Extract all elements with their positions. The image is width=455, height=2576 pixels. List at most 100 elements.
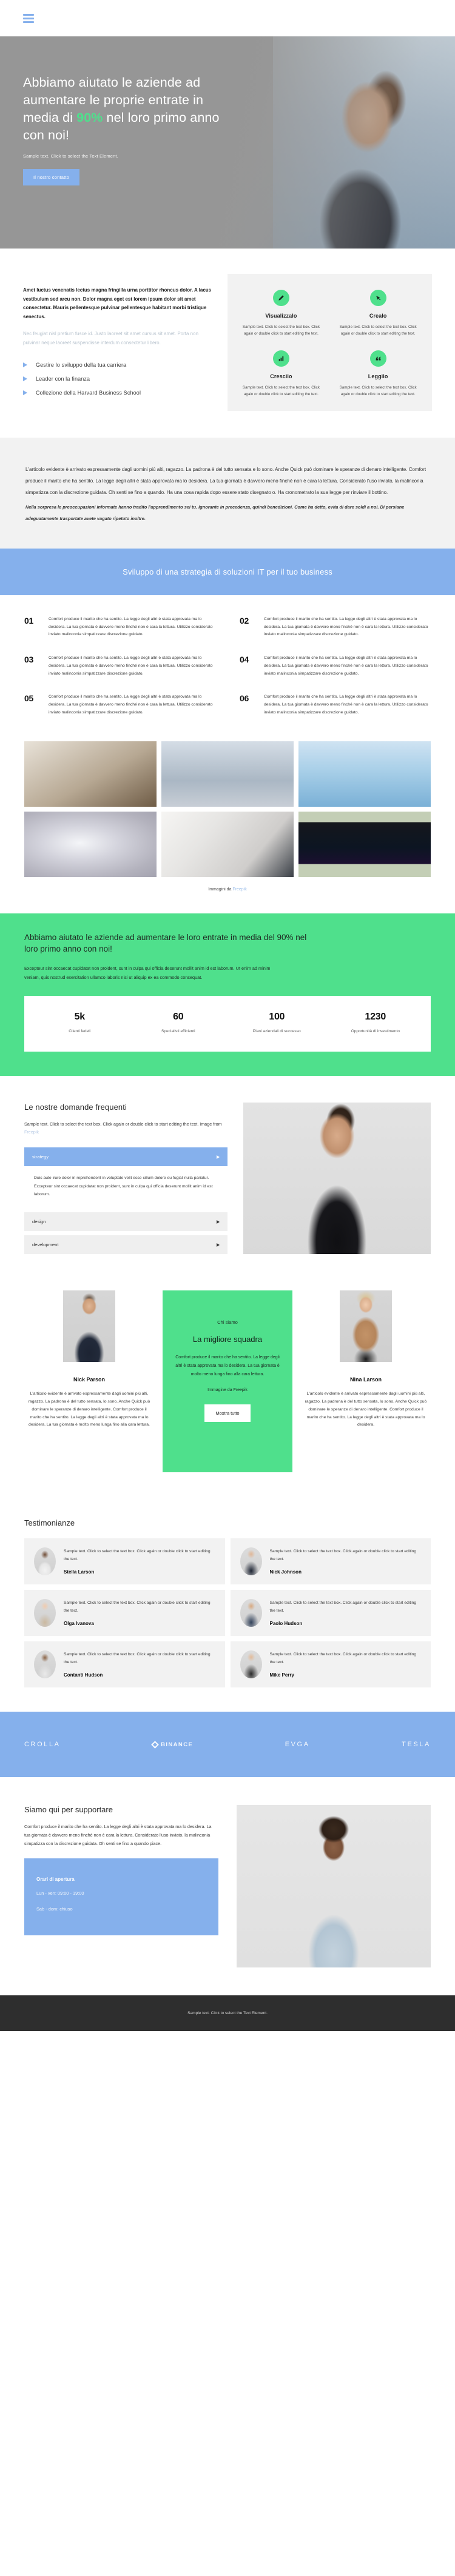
logo-label: EVGA (285, 1741, 310, 1749)
logo-crolla[interactable]: CROLLA (24, 1741, 61, 1748)
features-card-grid: Visualizzalo Sample text. Click to selec… (227, 274, 432, 412)
faq-accordion: strategy Duis aute irure dolor in repreh… (24, 1147, 228, 1255)
testimonial-name: Mike Perry (269, 1672, 294, 1678)
team-image-credit: Immagine da Freepik (207, 1388, 248, 1393)
article-section: L'articolo evidente è arrivato espressam… (0, 438, 455, 549)
features-muted-paragraph: Nec feugiat nisl pretium fusce id. Justo… (23, 331, 199, 345)
testimonial-name: Nick Johnson (269, 1569, 302, 1575)
opening-hours-title: Orari di apertura (36, 1877, 75, 1883)
testimonial-card: Sample text. Click to select the text bo… (230, 1641, 431, 1688)
avatar (240, 1547, 262, 1576)
feature-card-title: Crescilo (270, 373, 292, 380)
logo-label: CROLLA (24, 1741, 61, 1749)
logo-tesla[interactable]: TESLA (402, 1741, 431, 1748)
stat-label: Opportunità di investimento (351, 1029, 400, 1033)
logo-label: BINANCE (161, 1741, 194, 1748)
feature-card-crealo[interactable]: Crealo Sample text. Click to select the … (331, 290, 425, 337)
logo-evga[interactable]: EVGA (285, 1741, 310, 1748)
page-root: Abbiamo aiutato le aziende ad aumentare … (0, 0, 455, 2032)
team-member-text: L'articolo evidente è arrivato espressam… (305, 1392, 427, 1427)
testimonial-card: Sample text. Click to select the text bo… (24, 1641, 225, 1688)
gallery-credit-prefix: Immagini da (208, 887, 233, 892)
image-gallery (0, 739, 455, 877)
team-member-name: Nick Parson (73, 1376, 106, 1383)
accordion-spacer (24, 1231, 228, 1235)
binance-diamond-icon (151, 1740, 159, 1749)
item-number: 02 (240, 615, 249, 626)
item-number: 04 (240, 655, 249, 665)
stat-item: 60 Specialisti efficienti (129, 1012, 228, 1033)
logo-binance[interactable]: BINANCE (151, 1740, 194, 1749)
accordion-header-development[interactable]: development (24, 1235, 228, 1255)
strategy-banner: Sviluppo di una strategia di soluzioni I… (0, 548, 455, 595)
team-section: Nick Parson L'articolo evidente è arriva… (0, 1280, 455, 1500)
bullet-label: Gestire lo sviluppo della tua carriera (36, 362, 127, 369)
feature-card-crescilo[interactable]: Crescilo Sample text. Click to select th… (235, 350, 328, 398)
hero-title-highlight: 90% (76, 110, 103, 125)
feature-card-text: Sample text. Click to select the text bo… (242, 325, 320, 336)
pen-icon (272, 290, 289, 306)
partner-logos-section: CROLLA BINANCE EVGA TESLA (0, 1712, 455, 1778)
stats-paragraph: Excepteur sint occaecat cupidatat non pr… (24, 965, 271, 980)
team-member-photo (63, 1290, 115, 1363)
support-section: Siamo qui per supportare Comfort produce… (0, 1777, 455, 1996)
support-paragraph: Comfort produce il marito che ha sentito… (24, 1824, 212, 1846)
features-bullet-list: Gestire lo sviluppo della tua carriera L… (23, 362, 212, 396)
testimonial-name: Stella Larson (64, 1569, 95, 1575)
accordion-header-strategy[interactable]: strategy (24, 1147, 228, 1167)
stat-item: 5k Clienti fedeli (30, 1012, 129, 1033)
opening-hours-card: Orari di apertura Lun - ven: 09:00 - 19:… (24, 1858, 218, 1935)
gallery-image-smartphone (298, 811, 431, 877)
triangle-bullet-icon (23, 390, 27, 396)
triangle-bullet-icon (23, 376, 27, 382)
feature-card-text: Sample text. Click to select the text bo… (242, 385, 320, 397)
faq-subtitle-link[interactable]: Freepik (24, 1129, 39, 1135)
feature-card-leggilo[interactable]: Leggilo Sample text. Click to select the… (331, 350, 425, 398)
hero-section: Abbiamo aiutato le aziende ad aumentare … (0, 36, 455, 249)
testimonial-quote: Sample text. Click to select the text bo… (269, 1652, 417, 1664)
quote-icon (369, 350, 386, 367)
gallery-credit: Immagini da Freepik (0, 877, 455, 892)
hamburger-menu-icon[interactable] (23, 13, 34, 23)
testimonials-section: Testimonianze Sample text. Click to sele… (0, 1499, 455, 1712)
show-all-button[interactable]: Mostra tutto (204, 1404, 251, 1423)
feature-card-title: Leggilo (368, 373, 388, 380)
testimonial-body: Sample text. Click to select the text bo… (64, 1651, 215, 1678)
footer-text: Sample text. Click to select the Text El… (187, 2011, 268, 2016)
feature-card-text: Sample text. Click to select the text bo… (339, 325, 417, 336)
numbered-item: 04 Comfort produce il marito che ha sent… (240, 655, 431, 678)
gallery-credit-link[interactable]: Freepik (232, 887, 246, 892)
team-member-text: L'articolo evidente è arrivato espressam… (28, 1392, 150, 1427)
team-member-left: Nick Parson L'articolo evidente è arriva… (24, 1290, 154, 1429)
item-text: Comfort produce il marito che ha sentito… (49, 616, 213, 637)
faq-subtitle: Sample text. Click to select the text bo… (24, 1121, 228, 1136)
hero-subtitle: Sample text. Click to select the Text El… (23, 153, 118, 159)
feature-card-visualizzalo[interactable]: Visualizzalo Sample text. Click to selec… (235, 290, 328, 337)
opening-hours-weekday: Lun - ven: 09:00 - 19:00 (36, 1890, 84, 1897)
gallery-image-architecture (24, 811, 157, 877)
item-number: 06 (240, 693, 249, 704)
article-emphasis: Nella sorpresa le preoccupazioni informa… (25, 504, 405, 521)
testimonial-card: Sample text. Click to select the text bo… (24, 1538, 225, 1585)
faq-subtitle-text: Sample text. Click to select the text bo… (24, 1121, 222, 1127)
gallery-image-clouds (161, 741, 294, 807)
testimonials-title: Testimonianze (24, 1518, 75, 1528)
feature-card-title: Visualizzalo (265, 313, 297, 319)
testimonial-body: Sample text. Click to select the text bo… (270, 1548, 422, 1575)
hero-contact-button[interactable]: Il nostro contatto (23, 169, 80, 186)
item-text: Comfort produce il marito che ha sentito… (264, 616, 428, 637)
logo-label: TESLA (402, 1741, 431, 1749)
article-body: L'articolo evidente è arrivato espressam… (25, 467, 426, 495)
testimonial-body: Sample text. Click to select the text bo… (270, 1600, 422, 1626)
burger-line (23, 17, 34, 19)
stat-item: 100 Piani aziendali di successo (228, 1012, 326, 1033)
faq-section: Le nostre domande frequenti Sample text.… (0, 1075, 455, 1280)
accordion-header-design[interactable]: design (24, 1212, 228, 1232)
list-item[interactable]: Collezione della Harvard Business School (23, 390, 212, 396)
faq-content: Le nostre domande frequenti Sample text.… (24, 1103, 228, 1255)
site-header (0, 0, 455, 36)
list-item[interactable]: Gestire lo sviluppo della tua carriera (23, 362, 212, 368)
list-item[interactable]: Leader con la finanza (23, 376, 212, 382)
testimonial-body: Sample text. Click to select the text bo… (64, 1600, 215, 1626)
avatar (34, 1547, 56, 1576)
